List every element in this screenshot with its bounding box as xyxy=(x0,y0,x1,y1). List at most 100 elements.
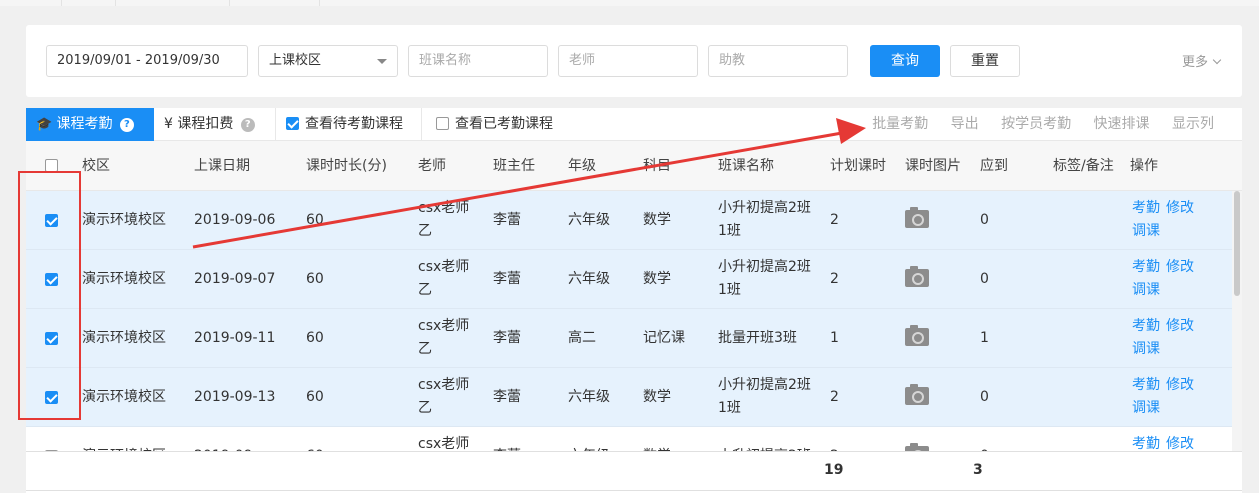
top-tab-strip xyxy=(0,0,1259,6)
modify-link[interactable]: 修改 xyxy=(1166,318,1194,334)
duration-cell: 60 xyxy=(306,330,324,346)
table-footer: 19 3 xyxy=(26,451,1242,491)
more-label: 更多 xyxy=(1181,55,1208,70)
help-icon[interactable]: ? xyxy=(119,118,134,132)
reschedule-link[interactable]: 调课 xyxy=(1132,400,1160,416)
planned-total: 19 xyxy=(824,462,844,478)
class-name-cell: 小升初提高2班 1班 xyxy=(718,197,811,243)
camera-icon[interactable] xyxy=(905,266,929,287)
teacher-line: csx老师 xyxy=(418,259,470,275)
reschedule-link[interactable]: 调课 xyxy=(1132,341,1160,357)
more-filters-toggle[interactable]: 更多 xyxy=(1181,51,1222,70)
checkbox-unchecked[interactable] xyxy=(436,117,449,130)
camera-icon[interactable] xyxy=(905,325,929,346)
expected-cell: 0 xyxy=(980,271,989,287)
done-label: 查看已考勤课程 xyxy=(455,116,553,132)
help-icon[interactable]: ? xyxy=(240,118,255,132)
date-range-input[interactable]: 2019/09/01 - 2019/09/30 xyxy=(46,45,248,77)
reschedule-link[interactable]: 调课 xyxy=(1132,223,1160,239)
expected-cell: 0 xyxy=(980,389,989,405)
teacher-input[interactable]: 老师 xyxy=(558,45,698,77)
top-tab-segment[interactable] xyxy=(230,0,320,6)
reset-button[interactable]: 重置 xyxy=(950,45,1020,77)
assistant-input[interactable]: 助教 xyxy=(708,45,848,77)
campus-select-value: 上课校区 xyxy=(269,53,322,68)
camera-icon[interactable] xyxy=(905,207,929,228)
attendance-link[interactable]: 考勤 xyxy=(1132,436,1160,451)
column-header: 课时图片 xyxy=(905,158,961,174)
actions-cell: 考勤 修改 xyxy=(1132,433,1194,451)
modify-link[interactable]: 修改 xyxy=(1166,377,1194,393)
date-cell: 2019-09-07 xyxy=(194,271,276,287)
class-name-cell: 批量开班3班 xyxy=(718,327,797,350)
query-button[interactable]: 查询 xyxy=(870,45,940,77)
graduation-cap-icon: 🎓 xyxy=(36,117,53,132)
batch-attendance-button[interactable]: 批量考勤 xyxy=(872,116,928,132)
top-tab-segment[interactable] xyxy=(62,0,116,6)
date-cell: 2019-09-06 xyxy=(194,212,276,228)
attendance-panel: 🎓 课程考勤 ? ¥ 课程扣费 ? 查看待考勤课程 查看已考勤课程 批量考勤 导… xyxy=(26,108,1242,493)
campus-select[interactable]: 上课校区 xyxy=(258,45,398,77)
camera-icon[interactable] xyxy=(905,384,929,405)
tab-label: 课程考勤 xyxy=(56,116,113,132)
column-header: 操作 xyxy=(1130,158,1158,174)
table-row[interactable]: 演示环境校区2019-09-60csx老师李蕾六年级数学小升初提高2班20考勤修… xyxy=(26,427,1232,451)
attendance-link[interactable]: 考勤 xyxy=(1132,200,1160,216)
date-cell: 2019-09-13 xyxy=(194,389,276,405)
top-tab-segment[interactable] xyxy=(116,0,230,6)
display-columns-button[interactable]: 显示列 xyxy=(1172,116,1214,132)
student-attendance-button[interactable]: 按学员考勤 xyxy=(1001,116,1071,132)
class-name-cell: 小升初提高2班 1班 xyxy=(718,256,811,302)
table-header: 校区 上课日期 课时时长(分) 老师 班主任 年级 科目 班课名称 计划课时 课… xyxy=(26,141,1242,191)
scrollbar-thumb[interactable] xyxy=(1234,191,1240,296)
actions-cell: 考勤 修改 调课 xyxy=(1132,315,1194,361)
tab-course-attendance[interactable]: 🎓 课程考勤 ? xyxy=(26,108,154,141)
pending-label: 查看待考勤课程 xyxy=(305,116,403,132)
toolbar: 批量考勤 导出 按学员考勤 快速排课 显示列 xyxy=(854,108,1214,141)
table-row[interactable]: 演示环境校区 2019-09-13 60 csx老师乙 李蕾 六年级 数学 小升初提高2班 1班… xyxy=(26,368,1232,427)
table-row[interactable]: 演示环境校区 2019-09-07 60 csx老师乙 李蕾 六年级 数学 小升初提高2班 1班… xyxy=(26,250,1232,309)
tab-label: ¥ 课程扣费 xyxy=(164,116,234,132)
class-name-line: 1班 xyxy=(718,400,741,416)
column-header: 校区 xyxy=(82,158,110,174)
reschedule-link[interactable]: 调课 xyxy=(1132,282,1160,298)
subject-cell: 数学 xyxy=(643,389,671,405)
actions-cell: 考勤 修改 调课 xyxy=(1132,374,1194,420)
table-scrollbar[interactable] xyxy=(1232,191,1242,451)
teacher-cell: csx老师 xyxy=(418,433,469,451)
column-header: 班课名称 xyxy=(718,158,774,174)
attendance-link[interactable]: 考勤 xyxy=(1132,259,1160,275)
export-button[interactable]: 导出 xyxy=(951,116,979,132)
modify-link[interactable]: 修改 xyxy=(1166,436,1194,451)
actions-cell: 考勤 修改 调课 xyxy=(1132,256,1194,302)
grade-cell: 高二 xyxy=(568,330,596,346)
attendance-link[interactable]: 考勤 xyxy=(1132,377,1160,393)
teacher-line: csx老师 xyxy=(418,200,470,216)
subject-cell: 数学 xyxy=(643,271,671,287)
pending-attendance-filter[interactable]: 查看待考勤课程 xyxy=(286,108,422,141)
class-name-input[interactable]: 班课名称 xyxy=(408,45,548,77)
teacher-cell: csx老师乙 xyxy=(418,256,469,302)
campus-cell: 演示环境校区 xyxy=(82,389,166,405)
done-attendance-filter[interactable]: 查看已考勤课程 xyxy=(436,108,553,141)
table-row[interactable]: 演示环境校区 2019-09-11 60 csx老师乙 李蕾 高二 记忆课 批量开班3班 1 1 考… xyxy=(26,309,1232,368)
modify-link[interactable]: 修改 xyxy=(1166,200,1194,216)
planned-hours-cell: 2 xyxy=(830,212,839,228)
checkbox-checked[interactable] xyxy=(286,117,299,130)
column-header: 班主任 xyxy=(493,158,535,174)
duration-cell: 60 xyxy=(306,389,324,405)
tab-course-deduction[interactable]: ¥ 课程扣费 ? xyxy=(154,108,276,141)
quick-schedule-button[interactable]: 快速排课 xyxy=(1094,116,1150,132)
table-row[interactable]: 演示环境校区 2019-09-06 60 csx老师乙 李蕾 六年级 数学 小升初提高2班 1班… xyxy=(26,191,1232,250)
campus-cell: 演示环境校区 xyxy=(82,212,166,228)
planned-hours-cell: 1 xyxy=(830,330,839,346)
column-header: 年级 xyxy=(568,158,596,174)
modify-link[interactable]: 修改 xyxy=(1166,259,1194,275)
expected-cell: 1 xyxy=(980,330,989,346)
head-teacher-cell: 李蕾 xyxy=(493,330,521,346)
teacher-cell: csx老师乙 xyxy=(418,315,469,361)
attendance-link[interactable]: 考勤 xyxy=(1132,318,1160,334)
head-teacher-cell: 李蕾 xyxy=(493,389,521,405)
column-header: 上课日期 xyxy=(194,158,250,174)
top-tab-segment[interactable] xyxy=(0,0,62,6)
